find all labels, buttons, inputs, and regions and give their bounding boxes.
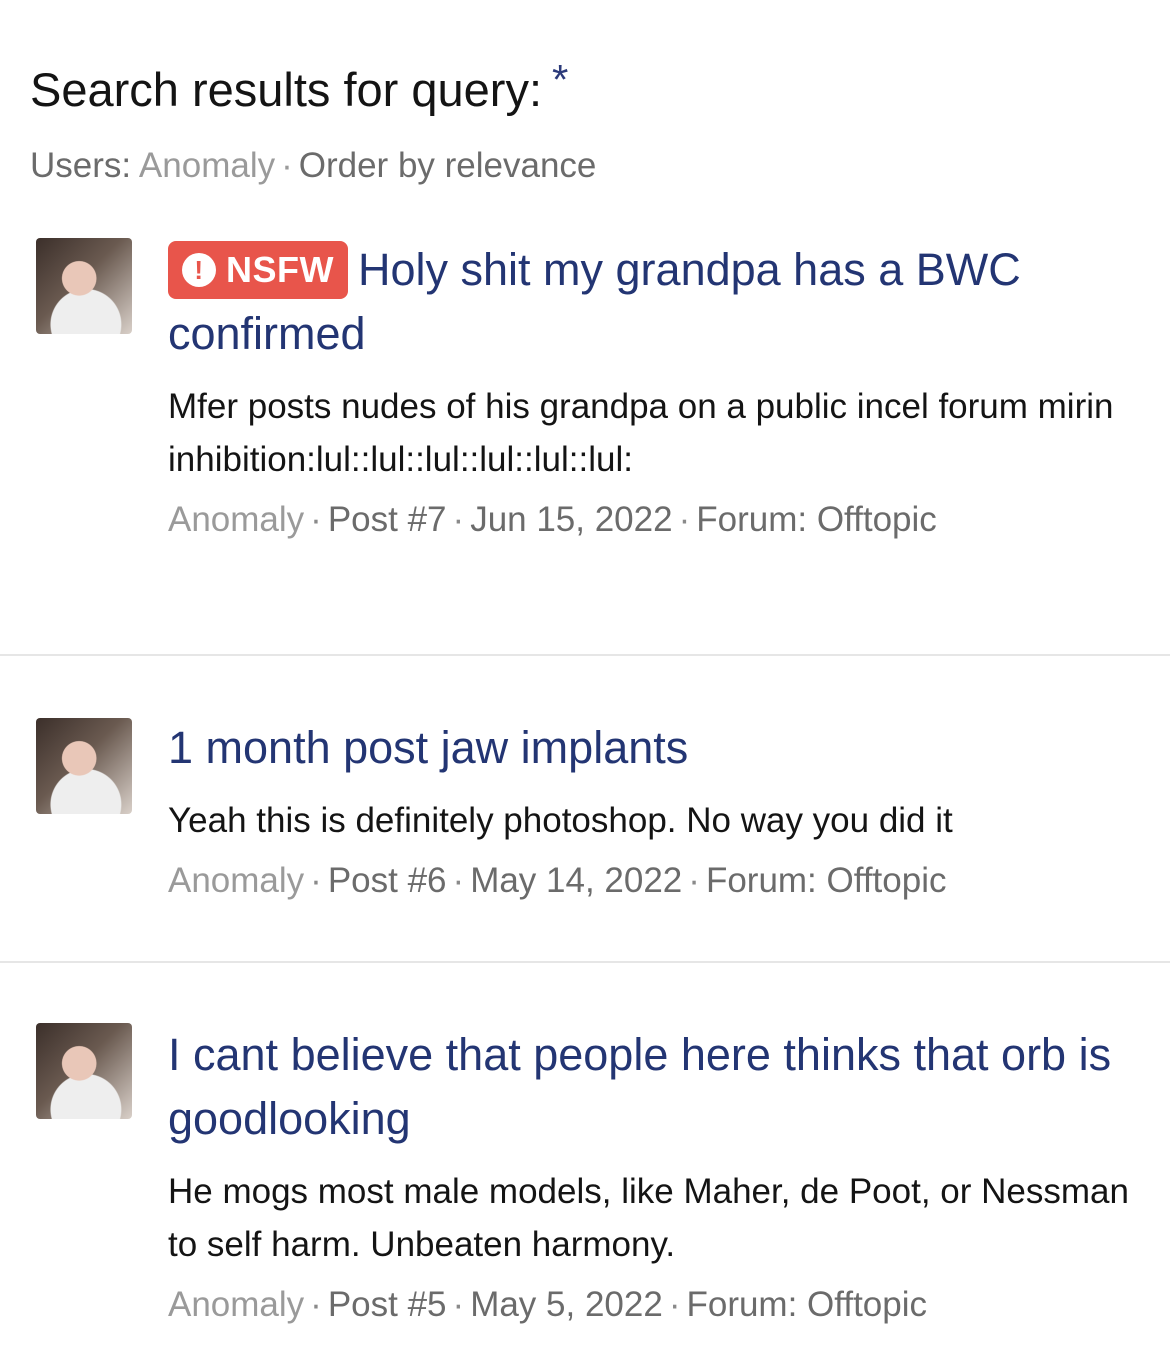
search-filters: Users: Anomaly · Order by relevance [30,144,1140,188]
search-result[interactable]: I cant believe that people here thinks t… [0,963,1170,1329]
result-post-number: Post #6 [327,861,447,900]
result-meta: Anomaly · Post #7 · Jun 15, 2022 · Forum: Offt… [168,496,1140,544]
result-forum[interactable]: Forum: Offtopic [696,500,937,539]
result-title[interactable]: I cant believe that people here thinks t… [168,1023,1140,1151]
result-author[interactable]: Anomaly [168,861,304,900]
separator: · [452,1285,465,1324]
page-title: Search results for query: * [30,52,1140,118]
result-title-text[interactable]: 1 month post jaw implants [168,722,688,773]
separator: · [452,861,465,900]
separator: · [668,1285,681,1324]
avatar[interactable] [36,238,132,334]
result-meta: Anomaly · Post #5 · May 5, 2022 · Forum: Offto… [168,1281,1140,1329]
users-filter-label: Users: [30,146,132,185]
result-forum[interactable]: Forum: Offtopic [686,1285,927,1324]
separator: · [452,500,465,539]
result-date: May 5, 2022 [470,1285,663,1324]
separator: · [310,861,322,900]
result-post-number: Post #7 [327,500,447,539]
result-title[interactable]: ! NSFW Holy shit my grandpa has a BWC conf… [168,238,1140,366]
nsfw-badge: ! NSFW [168,241,348,299]
avatar[interactable] [36,1023,132,1119]
result-date: Jun 15, 2022 [470,500,673,539]
search-results-list: ! NSFW Holy shit my grandpa has a BWC conf… [0,238,1170,1329]
separator: · [310,500,322,539]
separator: · [281,146,293,185]
avatar[interactable] [36,718,132,814]
separator: · [310,1285,322,1324]
search-result[interactable]: 1 month post jaw implants Yeah this is d… [0,656,1170,963]
search-header: Search results for query: * Users: Anomal… [0,0,1170,188]
result-date: May 14, 2022 [470,861,683,900]
result-snippet: He mogs most male models, like Maher, de… [168,1172,1129,1264]
separator: · [678,500,691,539]
result-snippet: Yeah this is definitely photoshop. No wa… [168,801,953,840]
query-term[interactable]: * [552,56,568,103]
result-post-number: Post #5 [327,1285,447,1324]
users-filter-value[interactable]: Anomaly [139,146,275,185]
result-author[interactable]: Anomaly [168,1285,304,1324]
search-result[interactable]: ! NSFW Holy shit my grandpa has a BWC conf… [0,238,1170,656]
order-by[interactable]: Order by relevance [299,146,597,185]
result-forum[interactable]: Forum: Offtopic [706,861,947,900]
separator: · [688,861,700,900]
exclamation-circle-icon: ! [182,253,216,287]
result-title-text[interactable]: I cant believe that people here thinks t… [168,1029,1111,1144]
result-author[interactable]: Anomaly [168,500,304,539]
result-snippet: Mfer posts nudes of his grandpa on a pub… [168,387,1114,479]
result-meta: Anomaly · Post #6 · May 14, 2022 · Forum: Offt… [168,857,1140,905]
result-title[interactable]: 1 month post jaw implants [168,716,1140,780]
page-title-text: Search results for query: [30,63,542,116]
nsfw-badge-label: NSFW [226,249,334,290]
